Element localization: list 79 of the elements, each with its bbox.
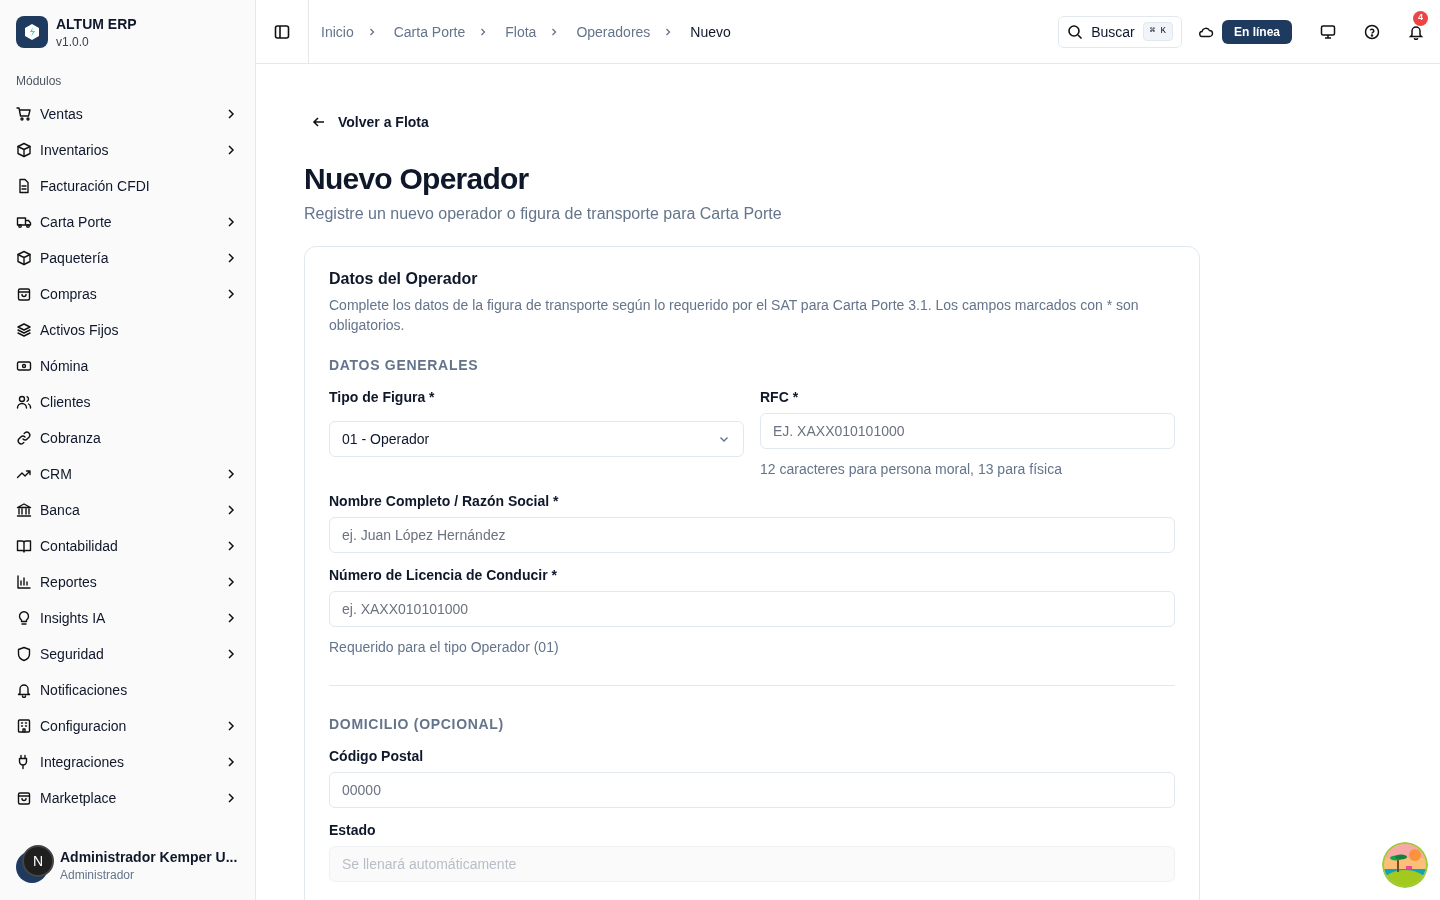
field-label: Estado	[329, 820, 377, 840]
breadcrumb-link[interactable]: Flota	[505, 21, 537, 42]
sidebar-item[interactable]: Ventas	[8, 96, 247, 132]
sidebar-item[interactable]: Clientes	[8, 384, 247, 420]
sidebar-item[interactable]: Cobranza	[8, 420, 247, 456]
store-icon	[16, 790, 32, 806]
sidebar-item[interactable]: Paquetería	[8, 240, 247, 276]
bank-icon	[16, 502, 32, 518]
document-icon	[16, 178, 32, 194]
field-label: RFC *	[760, 387, 800, 407]
input-field[interactable]: 00000	[329, 771, 1175, 808]
page-subtitle: Registre un nuevo operador o figura de transporte para Carta Porte	[304, 203, 783, 224]
bar-chart-icon	[16, 574, 32, 590]
breadcrumb-link[interactable]: Operadores	[576, 21, 651, 42]
user-avatar[interactable]: N	[22, 845, 54, 877]
sidebar-item[interactable]: Configuracion	[8, 708, 247, 744]
logo-icon	[16, 16, 48, 48]
banknote-icon	[16, 358, 32, 374]
bell-icon	[16, 682, 32, 698]
sidebar-item[interactable]: Nómina	[8, 348, 247, 384]
sidebar-item[interactable]: Seguridad	[8, 636, 247, 672]
breadcrumb-link[interactable]: Carta Porte	[393, 21, 466, 42]
sidebar-item[interactable]: CRM	[8, 456, 247, 492]
sidebar-item[interactable]: Inventarios	[8, 132, 247, 168]
back-link[interactable]: Volver a Flota	[304, 104, 437, 140]
arrow-left-icon	[312, 115, 326, 129]
help-icon[interactable]	[1364, 23, 1380, 40]
app-name: ALTUM ERP	[56, 15, 137, 34]
select-field[interactable]: 01 - Operador	[329, 420, 744, 457]
sidebar-item[interactable]: Compras	[8, 276, 247, 312]
notifications-icon[interactable]	[1408, 23, 1424, 40]
user-role: Administrador	[60, 867, 136, 883]
package-icon	[16, 142, 32, 158]
breadcrumb-current: Nuevo	[690, 22, 731, 42]
lightbulb-icon	[16, 610, 32, 626]
sidebar-item[interactable]: Notificaciones	[8, 672, 247, 708]
users-icon	[16, 394, 32, 410]
help-text: Requerido para el tipo Operador (01)	[329, 637, 560, 657]
breadcrumb-link[interactable]: Inicio	[321, 21, 354, 42]
input-field[interactable]: ej. Juan López Hernández	[329, 516, 1175, 553]
field-label: Código Postal	[329, 746, 425, 766]
search-button[interactable]: Buscar ⌘ K	[1058, 15, 1182, 48]
sidebar-item[interactable]: Reportes	[8, 564, 247, 600]
status-badge: En línea	[1222, 19, 1292, 44]
field-label: Nombre Completo / Razón Social *	[329, 491, 560, 511]
shortcut-hint: ⌘ K	[1142, 21, 1173, 42]
cart-icon	[16, 106, 32, 122]
bag-icon	[16, 286, 32, 302]
sidebar-item[interactable]: Marketplace	[8, 780, 247, 816]
layers-icon	[16, 322, 32, 338]
search-icon	[1067, 23, 1084, 40]
section-heading: DOMICILIO (OPCIONAL)	[329, 714, 505, 734]
book-icon	[16, 538, 32, 554]
sidebar-item[interactable]: Facturación CFDI	[8, 168, 247, 204]
notification-count: 4	[1413, 10, 1428, 26]
field-label: Número de Licencia de Conducir *	[329, 565, 558, 585]
input-field[interactable]: ej. XAXX010101000	[329, 590, 1175, 627]
shield-icon	[16, 646, 32, 662]
app-version: v1.0.0	[56, 34, 90, 50]
page-title: Nuevo Operador	[304, 161, 530, 197]
building-icon	[16, 718, 32, 734]
section-label: Módulos	[16, 74, 62, 88]
sidebar-item[interactable]: Contabilidad	[8, 528, 247, 564]
sidebar-item[interactable]: Integraciones	[8, 744, 247, 780]
monitor-icon[interactable]	[1320, 23, 1336, 40]
user-name: Administrador Kemper U...	[60, 848, 238, 867]
section-heading: DATOS GENERALES	[329, 355, 480, 375]
sidebar-item[interactable]: Banca	[8, 492, 247, 528]
card-title: Datos del Operador	[329, 268, 479, 289]
sidebar-item[interactable]: Activos Fijos	[8, 312, 247, 348]
input-field[interactable]: EJ. XAXX010101000	[760, 412, 1175, 449]
help-text: 12 caracteres para persona moral, 13 para física	[760, 459, 1063, 479]
sidebar-item[interactable]: Carta Porte	[8, 204, 247, 240]
package-icon	[16, 250, 32, 266]
link-icon	[16, 430, 32, 446]
field-label: Tipo de Figura *	[329, 387, 436, 407]
truck-icon	[16, 214, 32, 230]
card-description: Complete los datos de la figura de transporte según lo requerido por el SAT para Carta Porte 3.1. Los campos marcados con * son obligatorios.	[329, 295, 1140, 335]
sidebar-item[interactable]: Insights IA	[8, 600, 247, 636]
